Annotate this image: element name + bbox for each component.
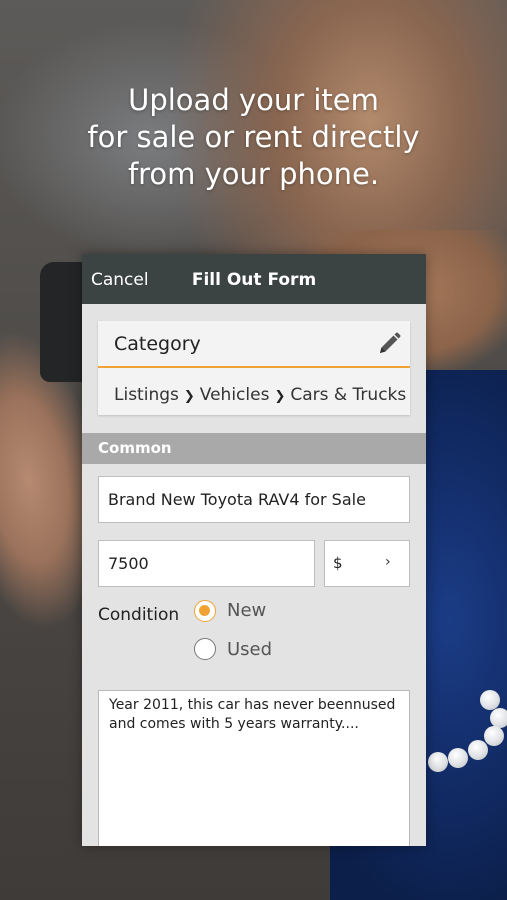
headline-line-2: for sale or rent directly <box>87 120 420 154</box>
title-input-value: Brand New Toyota RAV4 for Sale <box>108 490 366 509</box>
headline-line-3: from your phone. <box>127 157 380 191</box>
category-selector[interactable]: Category Listings ❯ Vehicles ❯ Cars & Trucks <box>98 321 410 415</box>
category-breadcrumb: Listings ❯ Vehicles ❯ Cars & Trucks <box>114 385 406 405</box>
breadcrumb-item: Vehicles <box>199 385 270 405</box>
condition-new-label[interactable]: New <box>227 600 266 621</box>
promo-headline: Upload your item for sale or rent direct… <box>0 82 507 193</box>
nav-title: Fill Out Form <box>191 270 317 290</box>
currency-select[interactable]: $ › <box>324 540 410 587</box>
form-screen: Cancel Fill Out Form Category Listings ❯ V… <box>82 254 426 846</box>
price-input-value: 7500 <box>108 554 149 573</box>
condition-used-label[interactable]: Used <box>227 639 272 660</box>
description-line-2: and comes with 5 years warranty.... <box>109 716 359 732</box>
headline-line-1: Upload your item <box>128 83 379 117</box>
condition-new-radio[interactable] <box>194 600 216 622</box>
currency-value: $ <box>333 554 343 572</box>
condition-used-radio[interactable] <box>194 638 216 660</box>
price-input[interactable]: 7500 <box>98 540 315 587</box>
title-input[interactable]: Brand New Toyota RAV4 for Sale <box>98 476 410 523</box>
description-textarea[interactable]: Year 2011, this car has never beennused … <box>98 690 410 846</box>
condition-label: Condition <box>98 605 180 625</box>
chevron-right-icon: › <box>385 554 391 570</box>
breadcrumb-separator: ❯ <box>183 389 195 404</box>
navigation-bar: Cancel Fill Out Form <box>82 254 426 304</box>
bracelet <box>418 690 507 780</box>
breadcrumb-separator: ❯ <box>274 389 286 404</box>
breadcrumb-item: Listings <box>114 385 179 405</box>
description-line-1: Year 2011, this car has never beennused <box>109 697 396 713</box>
pencil-icon[interactable] <box>376 331 402 357</box>
breadcrumb-item: Cars & Trucks <box>290 385 407 405</box>
section-title: Common <box>98 439 172 457</box>
section-header-common: Common <box>82 433 426 464</box>
category-header: Category <box>98 321 410 368</box>
category-label: Category <box>114 333 201 355</box>
